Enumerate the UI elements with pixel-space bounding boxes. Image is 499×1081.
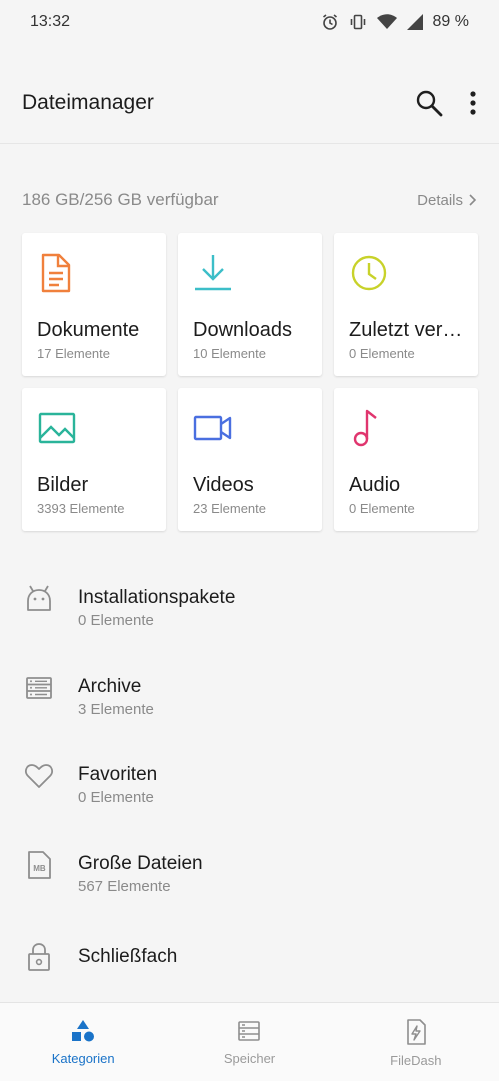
list-item-count: 567 Elemente [78, 877, 171, 895]
tab-label: Kategorien [51, 1051, 115, 1066]
alarm-icon [322, 14, 337, 30]
category-count: 10 Elemente [193, 346, 266, 361]
wifi-icon [376, 14, 397, 29]
status-bar: 13:32 89 % [0, 0, 499, 44]
category-card-images[interactable]: Bilder 3393 Elemente [22, 388, 166, 531]
storage-available: 186 GB/256 GB verfügbar [22, 190, 219, 209]
list-item-title: Schließfach [78, 946, 178, 967]
list-item-count: 3 Elemente [78, 700, 154, 718]
status-time: 13:32 [30, 13, 71, 30]
category-count: 3393 Elemente [37, 501, 125, 516]
details-link[interactable]: Details [417, 192, 477, 209]
category-card-downloads[interactable]: Downloads 10 Elemente [178, 233, 322, 376]
list-item-favorites[interactable]: Favoriten 0 Elemente [0, 737, 499, 826]
category-title: Zuletzt ver… [349, 319, 463, 341]
filedash-icon [407, 1019, 426, 1045]
list-item-title: Archive [78, 675, 142, 697]
tab-label: Speicher [223, 1051, 276, 1066]
list-item-installation-packages[interactable]: Installationspakete 0 Elemente [0, 560, 499, 649]
archive-icon [26, 676, 52, 699]
category-card-recent[interactable]: Zuletzt ver… 0 Elemente [334, 233, 478, 376]
category-card-videos[interactable]: Videos 23 Elemente [178, 388, 322, 531]
app-actions [415, 89, 477, 117]
list-item-count: 0 Elemente [78, 612, 154, 629]
tab-storage[interactable]: Speicher [166, 1003, 332, 1081]
large-file-icon: MB [28, 850, 51, 879]
clock-icon [351, 255, 387, 291]
tab-categories[interactable]: Kategorien [0, 1003, 166, 1081]
category-title: Videos [193, 474, 254, 496]
app-bar-divider [0, 143, 499, 144]
storage-summary: 186 GB/256 GB verfügbar Details [22, 186, 477, 214]
search-icon[interactable] [415, 89, 443, 117]
category-grid: Dokumente 17 Elemente Downloads 10 Eleme… [22, 233, 478, 531]
page-title: Dateimanager [22, 91, 154, 114]
bottom-nav: Kategorien Speicher FileDash [0, 1002, 499, 1081]
download-icon [195, 255, 231, 291]
list-item-locker[interactable]: Schließfach [0, 914, 499, 1003]
category-title: Downloads [193, 319, 292, 341]
category-title: Dokumente [37, 319, 140, 341]
list-item-large-files[interactable]: MB Große Dateien 567 Elemente [0, 826, 499, 915]
list-item-title: Installationspakete [78, 587, 236, 608]
music-icon [353, 409, 377, 447]
category-list: Installationspakete 0 Elemente Archive 3… [0, 560, 499, 1003]
status-icons: 89 % [321, 13, 469, 31]
vibrate-icon [350, 14, 365, 30]
video-icon [193, 415, 232, 441]
category-card-documents[interactable]: Dokumente 17 Elemente [22, 233, 166, 376]
document-icon [41, 253, 71, 293]
list-item-count: 0 Elemente [78, 789, 154, 806]
categories-icon [72, 1020, 95, 1042]
category-count: 23 Elemente [193, 501, 266, 516]
more-vert-icon[interactable] [469, 90, 477, 116]
category-count: 17 Elemente [37, 346, 110, 361]
heart-icon [25, 764, 53, 788]
chevron-right-icon [469, 194, 477, 206]
list-item-title: Große Dateien [78, 852, 203, 874]
category-count: 0 Elemente [349, 346, 415, 361]
list-item-title: Favoriten [78, 764, 158, 785]
android-icon [27, 585, 51, 611]
details-label: Details [417, 191, 463, 209]
tab-filedash[interactable]: FileDash [333, 1003, 499, 1081]
storage-icon [238, 1021, 261, 1041]
app-bar: Dateimanager [0, 64, 499, 142]
image-icon [38, 412, 76, 444]
list-item-archive[interactable]: Archive 3 Elemente [0, 649, 499, 738]
category-card-audio[interactable]: Audio 0 Elemente [334, 388, 478, 531]
signal-icon [406, 14, 423, 30]
large-file-badge: MB [33, 864, 46, 873]
tab-label: FileDash [390, 1053, 442, 1068]
lock-icon [28, 943, 50, 971]
category-title: Bilder [37, 474, 89, 496]
category-count: 0 Elemente [349, 501, 415, 516]
battery-percent: 89 % [432, 13, 469, 30]
category-title: Audio [349, 474, 401, 496]
